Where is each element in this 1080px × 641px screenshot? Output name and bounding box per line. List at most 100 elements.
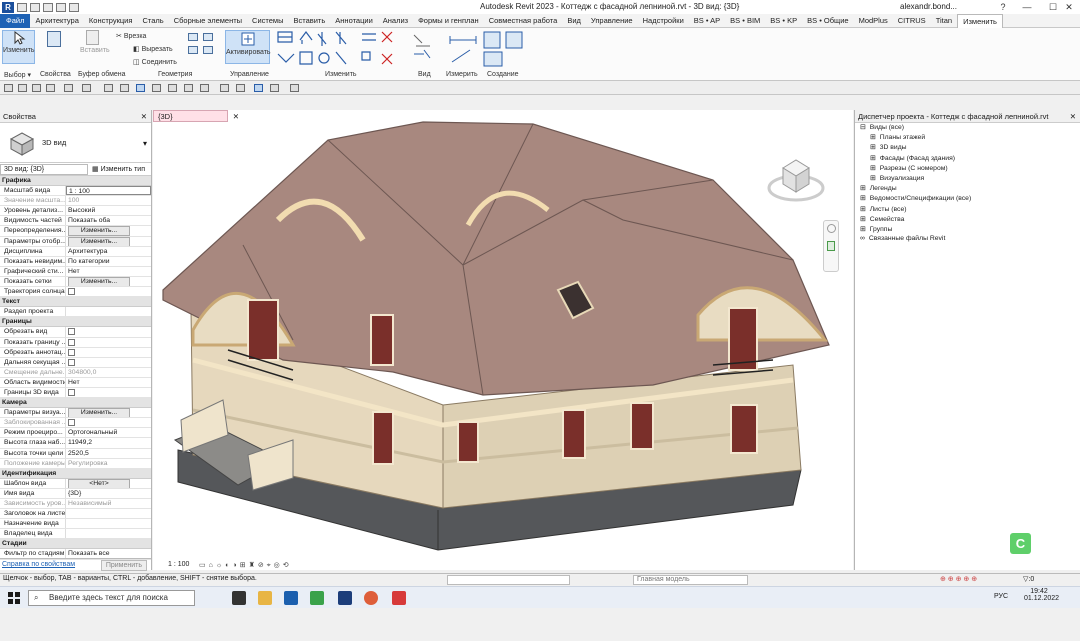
property-row[interactable]: Траектория солнца bbox=[0, 287, 151, 298]
property-row[interactable]: Шаблон вида <Нет> bbox=[0, 478, 151, 489]
property-row[interactable]: Имя вида {3D} bbox=[0, 488, 151, 499]
revit-taskbar-icon[interactable] bbox=[284, 591, 298, 605]
property-row[interactable]: Дальняя секущая ... bbox=[0, 357, 151, 368]
browser-tree-item[interactable]: ⊞ Листы (все) bbox=[860, 205, 907, 213]
view-tools-icons[interactable] bbox=[410, 32, 440, 66]
tab-structure[interactable]: Конструкция bbox=[84, 14, 138, 28]
browser-tree-item[interactable]: ⊞ Семейства bbox=[860, 215, 904, 223]
property-value[interactable] bbox=[66, 388, 151, 397]
browser-tree-item[interactable]: ⊟ Виды (все) bbox=[860, 123, 904, 131]
house-3d-model[interactable] bbox=[153, 110, 853, 570]
tree-expand-icon[interactable]: ∞ bbox=[860, 235, 865, 242]
file-explorer-icon[interactable] bbox=[258, 591, 272, 605]
property-value[interactable]: 1 : 100 bbox=[66, 186, 151, 196]
tab-bs-bim[interactable]: BS • BIM bbox=[725, 14, 765, 28]
browser-tree-item[interactable]: ⊞ Планы этажей bbox=[870, 133, 925, 141]
tree-expand-icon[interactable]: ⊞ bbox=[870, 144, 876, 151]
group-select-label[interactable]: Выбор ▾ bbox=[4, 71, 31, 79]
property-value[interactable] bbox=[66, 418, 151, 427]
measure-small-icon[interactable] bbox=[120, 84, 129, 92]
property-value[interactable]: 100 bbox=[66, 196, 151, 205]
property-value[interactable]: Показать оба bbox=[66, 216, 151, 225]
open-icon[interactable] bbox=[17, 2, 27, 12]
tree-expand-icon[interactable]: ⊞ bbox=[870, 165, 876, 172]
property-checkbox[interactable] bbox=[68, 348, 75, 356]
thin-lines-icon[interactable] bbox=[136, 84, 145, 92]
language-indicator[interactable]: РУС bbox=[994, 593, 1008, 600]
properties-close-icon[interactable]: ✕ bbox=[141, 110, 147, 123]
property-value[interactable]: Нет bbox=[66, 378, 151, 387]
property-value[interactable]: Изменить... bbox=[66, 408, 151, 418]
filter-icon[interactable]: ▽:0 bbox=[1023, 575, 1034, 583]
windows-start-icon[interactable] bbox=[8, 592, 20, 604]
property-row[interactable]: Смещение дальне... 304800,0 bbox=[0, 367, 151, 378]
property-row[interactable]: Высота глаза наб... 11949,2 bbox=[0, 438, 151, 449]
save-file-icon[interactable] bbox=[32, 84, 41, 92]
customize-icon[interactable] bbox=[290, 84, 299, 92]
property-row[interactable]: Параметры отобр... Изменить... bbox=[0, 236, 151, 247]
tree-expand-icon[interactable]: ⊞ bbox=[860, 226, 866, 233]
property-value[interactable]: {3D} bbox=[66, 489, 151, 498]
property-row[interactable]: Область видимости Нет bbox=[0, 377, 151, 388]
property-value[interactable]: Изменить... bbox=[66, 226, 151, 236]
property-row[interactable]: Заблокированная ... bbox=[0, 418, 151, 429]
browser-tree-item[interactable]: ⊞ 3D виды bbox=[870, 143, 907, 151]
navigation-bar[interactable] bbox=[823, 220, 839, 272]
steering-wheel-icon[interactable] bbox=[827, 224, 836, 233]
property-row[interactable]: Высота точки цели 2520,5 bbox=[0, 448, 151, 459]
property-value[interactable]: Нет bbox=[66, 267, 151, 276]
tab-collaborate[interactable]: Совместная работа bbox=[484, 14, 563, 28]
property-row[interactable]: Масштаб вида 1 : 100 bbox=[0, 186, 151, 197]
property-row[interactable]: Значение масшта... 100 bbox=[0, 196, 151, 207]
user-name[interactable]: alexandr.bond... bbox=[900, 2, 957, 11]
property-row[interactable]: Видимость частей Показать оба bbox=[0, 216, 151, 227]
property-row[interactable]: Уровень детализ... Высокий bbox=[0, 206, 151, 217]
properties-button[interactable] bbox=[41, 30, 67, 64]
tab-modify[interactable]: Изменить bbox=[957, 14, 1003, 28]
property-row[interactable]: Границы 3D вида bbox=[0, 387, 151, 399]
tab-analyze[interactable]: Анализ bbox=[378, 14, 413, 28]
property-value[interactable]: Независимый bbox=[66, 499, 151, 508]
undo-icon[interactable] bbox=[43, 2, 53, 12]
taskbar-search-input[interactable]: ⌕ Введите здесь текст для поиска bbox=[28, 590, 195, 606]
browser-tree-item[interactable]: ⊞ Группы bbox=[860, 225, 892, 233]
property-edit-button[interactable]: Изменить... bbox=[68, 408, 130, 418]
citrus-taskbar-icon[interactable] bbox=[310, 591, 324, 605]
property-checkbox[interactable] bbox=[68, 388, 75, 396]
property-value[interactable]: 11949,2 bbox=[66, 438, 151, 447]
print-icon[interactable] bbox=[69, 2, 79, 12]
cut-button[interactable]: ◧ Вырезать bbox=[133, 45, 173, 53]
browser-tree-item[interactable]: ∞ Связанные файлы Revit bbox=[860, 235, 945, 242]
property-value[interactable]: Ортогональный bbox=[66, 428, 151, 437]
create-tools-icons[interactable] bbox=[482, 30, 526, 68]
property-checkbox[interactable] bbox=[68, 419, 75, 427]
close-hidden-icon[interactable] bbox=[254, 84, 263, 92]
property-row[interactable]: Показать сетки Изменить... bbox=[0, 276, 151, 288]
property-value[interactable]: <Нет> bbox=[66, 478, 151, 488]
revit-alt-taskbar-icon[interactable] bbox=[338, 591, 352, 605]
property-row[interactable]: Зависимость уров... Независимый bbox=[0, 499, 151, 510]
default-3d-icon[interactable] bbox=[220, 84, 229, 92]
property-group-header[interactable]: Камера bbox=[0, 398, 151, 409]
property-value[interactable] bbox=[66, 348, 151, 357]
property-row[interactable]: Параметры визуа... Изменить... bbox=[0, 408, 151, 419]
modify-button[interactable]: Изменить bbox=[2, 30, 35, 64]
property-row[interactable]: Назначение вида bbox=[0, 519, 151, 530]
3d-view-small-icon[interactable] bbox=[152, 84, 161, 92]
clock[interactable]: 19:42 01.12.2022 bbox=[1024, 588, 1059, 602]
revit-logo-icon[interactable]: R bbox=[2, 1, 14, 13]
property-row[interactable]: Положение камеры Регулировка bbox=[0, 458, 151, 469]
property-row[interactable]: Обрезать аннотац... bbox=[0, 347, 151, 358]
app-taskbar-icon[interactable] bbox=[392, 591, 406, 605]
tree-expand-icon[interactable]: ⊞ bbox=[860, 195, 866, 202]
tab-view[interactable]: Вид bbox=[562, 14, 586, 28]
design-option-dropdown[interactable]: Главная модель bbox=[633, 575, 748, 585]
tab-steel[interactable]: Сталь bbox=[137, 14, 168, 28]
modify-tools-icons[interactable] bbox=[276, 30, 406, 70]
property-checkbox[interactable] bbox=[68, 358, 75, 366]
property-value[interactable] bbox=[66, 358, 151, 367]
redo-arrow-icon[interactable] bbox=[82, 84, 91, 92]
tab-manage[interactable]: Управление bbox=[586, 14, 638, 28]
property-group-header[interactable]: Текст bbox=[0, 297, 151, 308]
tab-citrus[interactable]: CITRUS bbox=[893, 14, 931, 28]
